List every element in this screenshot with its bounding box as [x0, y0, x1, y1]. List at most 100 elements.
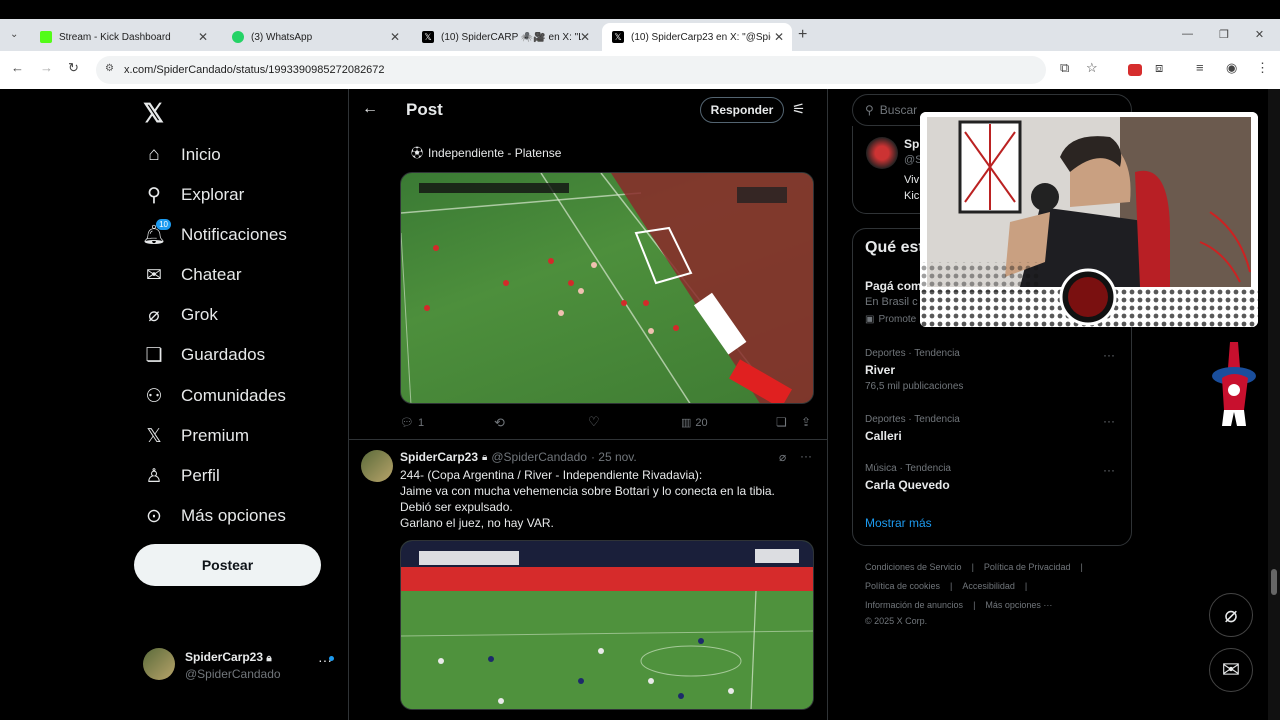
pitch-lines: [401, 173, 813, 403]
views-action[interactable]: ▥ 20: [681, 416, 708, 430]
tab-x-1[interactable]: 𝕏 (10) SpiderCARP 🕷️🎥 en X: "L ✕: [412, 23, 598, 51]
footer-row: Condiciones de Servicio | Política de Pri…: [865, 562, 1083, 572]
author-handle[interactable]: @SpiderCandado: [491, 450, 587, 464]
promo-name[interactable]: Pagá com: [865, 279, 922, 293]
nav-chatear[interactable]: ✉ Chatear: [143, 264, 241, 286]
minimize-icon[interactable]: —: [1182, 28, 1193, 41]
tab-x-active[interactable]: 𝕏 (10) SpiderCarp23 en X: "@Spid ✕: [602, 23, 792, 51]
nav-mas-opciones[interactable]: ⊙ Más opciones: [143, 505, 286, 527]
trend-more-icon[interactable]: ···: [1103, 414, 1115, 428]
communities-icon: ⚇: [145, 385, 163, 407]
trend-context: Deportes · Tendencia: [865, 348, 960, 359]
avatar[interactable]: [361, 450, 393, 482]
cast-icon[interactable]: ⧉: [1060, 60, 1069, 76]
close-icon[interactable]: ✕: [390, 30, 400, 44]
like-icon[interactable]: ♡: [588, 414, 600, 430]
tab-whatsapp[interactable]: (3) WhatsApp ✕: [222, 23, 408, 51]
tweet-video-1[interactable]: [400, 172, 814, 404]
nav-notificaciones[interactable]: 🔔︎ 10 Notificaciones: [142, 219, 287, 246]
more-icon[interactable]: ···: [800, 449, 812, 463]
page-title: Post: [406, 100, 443, 119]
back-icon[interactable]: ←: [11, 60, 24, 75]
tab-kick[interactable]: Stream - Kick Dashboard ✕: [30, 23, 216, 51]
trend-name[interactable]: Carla Quevedo: [865, 478, 950, 492]
settings-sliders-icon[interactable]: ⚟: [792, 100, 805, 118]
trend-more-icon[interactable]: ···: [1103, 348, 1115, 362]
tweet-video-2[interactable]: [400, 540, 814, 710]
nav-perfil[interactable]: ♙ Perfil: [143, 465, 220, 487]
author-name[interactable]: SpiderCarp23: [400, 450, 478, 464]
show-more-link[interactable]: Mostrar más: [865, 516, 932, 530]
extension-icon[interactable]: [1128, 64, 1142, 76]
nav-comunidades[interactable]: ⚇ Comunidades: [143, 385, 285, 407]
maximize-icon[interactable]: ❐: [1219, 28, 1229, 41]
tab-search-icon[interactable]: ⌄: [10, 29, 18, 40]
profile-icon[interactable]: ◉: [1226, 60, 1237, 76]
post-button[interactable]: Postear: [134, 544, 321, 586]
close-icon[interactable]: ✕: [198, 30, 208, 44]
scrollbar-thumb[interactable]: [1271, 569, 1277, 595]
promoted-icon: ▣: [865, 314, 875, 325]
star-icon[interactable]: ☆: [1086, 60, 1098, 76]
close-icon[interactable]: ✕: [580, 30, 590, 44]
footer-link[interactable]: Política de cookies: [865, 581, 940, 591]
views-icon: ▥: [681, 417, 692, 429]
footer-link[interactable]: Más opciones ···: [985, 600, 1052, 610]
back-arrow-icon[interactable]: ←: [362, 100, 378, 118]
footer-link[interactable]: Accesibilidad: [962, 581, 1015, 591]
close-icon[interactable]: ✕: [774, 30, 784, 44]
lock-icon: 🔒︎: [482, 451, 488, 463]
trend-name[interactable]: River: [865, 363, 895, 377]
webcam-feed: [920, 112, 1258, 327]
repost-icon[interactable]: ⟲: [494, 415, 505, 431]
media-icon[interactable]: ≡: [1196, 60, 1204, 75]
new-tab-button[interactable]: +: [798, 26, 807, 44]
footer-link[interactable]: Condiciones de Servicio: [865, 562, 962, 572]
nav-label: Notificaciones: [181, 225, 287, 244]
nav-explorar[interactable]: ⚲ Explorar: [143, 184, 244, 206]
footer-separator: |: [1024, 581, 1028, 591]
trend-count: 76,5 mil publicaciones: [865, 381, 964, 392]
card-bio-1: Viv: [904, 174, 920, 186]
footer-separator: |: [971, 562, 974, 572]
nav-label: Premium: [181, 426, 250, 445]
promo-tag: ▣ Promote: [865, 314, 916, 325]
nav-inicio[interactable]: ⌂ Inicio: [143, 144, 220, 166]
address-bar[interactable]: ⚙ x.com/SpiderCandado/status/19933909852…: [96, 56, 1046, 84]
account-name[interactable]: SpiderCarp23 🔒︎: [185, 650, 272, 664]
reload-icon[interactable]: ↻: [68, 60, 79, 76]
footer-link[interactable]: Información de anuncios: [865, 600, 963, 610]
nav-label: Perfil: [181, 466, 220, 485]
lock-icon: 🔒︎: [266, 653, 272, 664]
footer-separator: |: [1080, 562, 1083, 572]
tab-title: (10) SpiderCARP 🕷️🎥 en X: "L: [441, 31, 581, 43]
home-icon: ⌂: [148, 144, 160, 165]
grok-icon[interactable]: ⌀: [779, 450, 786, 464]
grok-fab-icon[interactable]: ⌀: [1209, 593, 1253, 637]
trend-more-icon[interactable]: ···: [1103, 463, 1115, 477]
avatar[interactable]: [143, 648, 175, 680]
share-icon[interactable]: ⇪: [801, 415, 811, 429]
promo-sub: En Brasil c: [865, 296, 918, 308]
footer-row: Política de cookies | Accesibilidad |: [865, 581, 1027, 591]
messages-fab-icon[interactable]: ✉: [1209, 648, 1253, 692]
nav-guardados[interactable]: ❏ Guardados: [143, 344, 265, 366]
avatar[interactable]: [866, 137, 898, 169]
bookmark-icon[interactable]: ❏: [776, 415, 787, 429]
footer-link[interactable]: Política de Privacidad: [984, 562, 1071, 572]
nav-label: Chatear: [181, 265, 242, 284]
nav-grok[interactable]: ⌀ Grok: [143, 304, 218, 326]
close-window-icon[interactable]: ✕: [1255, 28, 1264, 41]
tweet-date[interactable]: · 25 nov.: [591, 450, 637, 464]
puzzle-icon[interactable]: ⧈: [1155, 60, 1163, 76]
x-logo-icon[interactable]: 𝕏: [143, 98, 164, 129]
respond-button[interactable]: Responder: [700, 97, 784, 123]
tab-title: (10) SpiderCarp23 en X: "@Spid: [631, 31, 771, 43]
nav-premium[interactable]: 𝕏 Premium: [143, 425, 249, 447]
site-info-icon[interactable]: ⚙: [105, 63, 114, 74]
menu-icon[interactable]: ⋮: [1256, 60, 1269, 76]
forward-icon[interactable]: →: [40, 60, 53, 75]
reply-action[interactable]: 💬︎ 1: [400, 416, 424, 430]
scrollbar[interactable]: [1268, 89, 1280, 720]
trend-name[interactable]: Calleri: [865, 429, 902, 443]
